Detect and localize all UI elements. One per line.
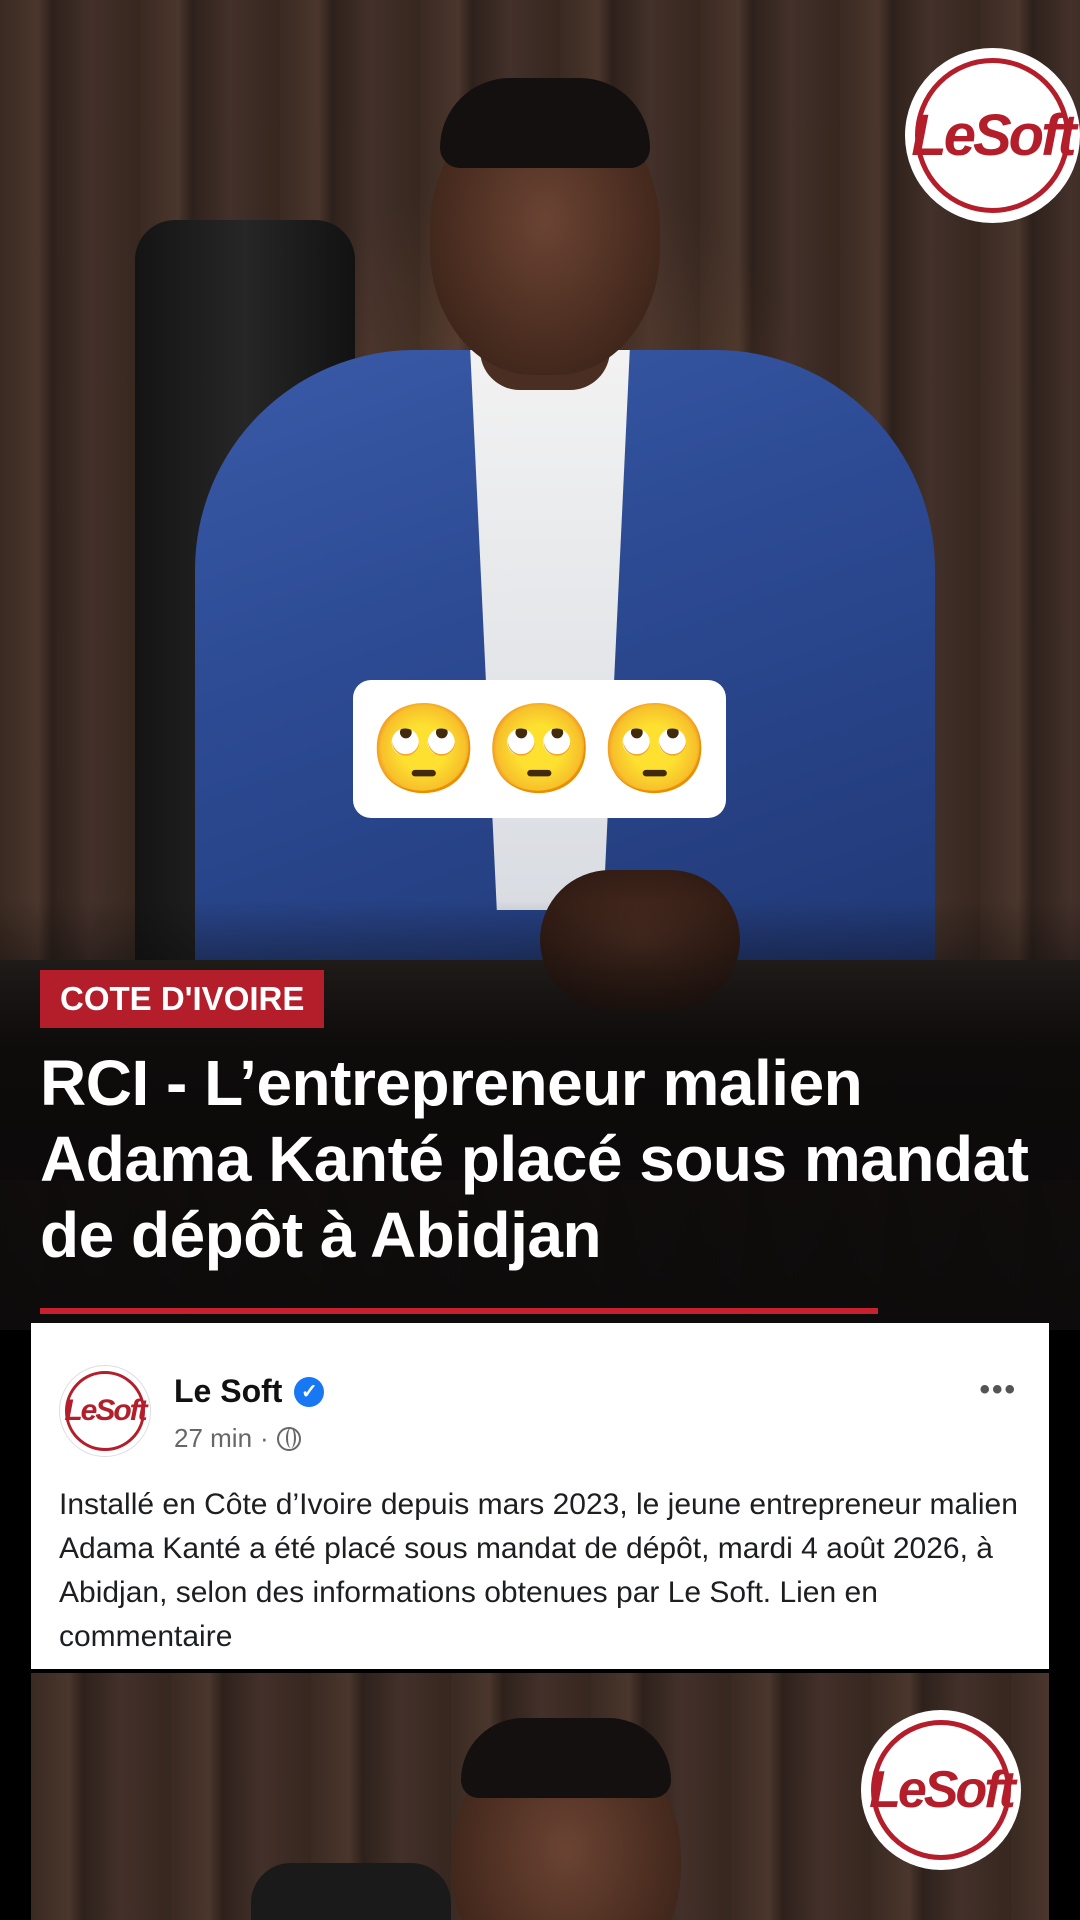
lesoft-logo: LeSoft bbox=[861, 1710, 1021, 1870]
post-text: Installé en Côte d’Ivoire depuis mars 20… bbox=[59, 1488, 1018, 1653]
globe-icon bbox=[276, 1426, 301, 1451]
verified-badge-icon: ✓ bbox=[294, 1376, 325, 1407]
logo-text: LeSoft bbox=[869, 1761, 1016, 1819]
eye-roll-emoji: 🙄 bbox=[484, 699, 595, 798]
meta-separator: · bbox=[260, 1423, 269, 1453]
more-options-icon[interactable]: ••• bbox=[979, 1373, 1017, 1407]
avatar-logo-text: LeSoft bbox=[64, 1394, 147, 1427]
repeated-article-photo: LeSoft bbox=[31, 1673, 1049, 1920]
social-post-card[interactable]: LeSoft Le Soft ✓ 27 min · ••• Installé e… bbox=[31, 1323, 1049, 1669]
post-meta: 27 min · bbox=[174, 1423, 301, 1454]
author-name[interactable]: Le Soft bbox=[174, 1373, 282, 1410]
lesoft-logo: LeSoft bbox=[905, 48, 1080, 223]
emoji-reaction-box: 🙄 🙄 🙄 bbox=[353, 680, 726, 818]
eye-roll-emoji: 🙄 bbox=[369, 699, 479, 798]
headline-divider bbox=[40, 1308, 878, 1314]
eye-roll-emoji: 🙄 bbox=[600, 699, 710, 798]
author-avatar[interactable]: LeSoft bbox=[59, 1365, 151, 1457]
post-time[interactable]: 27 min bbox=[174, 1423, 252, 1454]
article-headline: RCI - L’entrepreneur malien Adama Kanté … bbox=[40, 1047, 1029, 1271]
category-badge: COTE D'IVOIRE bbox=[40, 970, 325, 1028]
author-name-row[interactable]: Le Soft ✓ bbox=[174, 1373, 325, 1410]
logo-text: LeSoft bbox=[911, 103, 1076, 168]
